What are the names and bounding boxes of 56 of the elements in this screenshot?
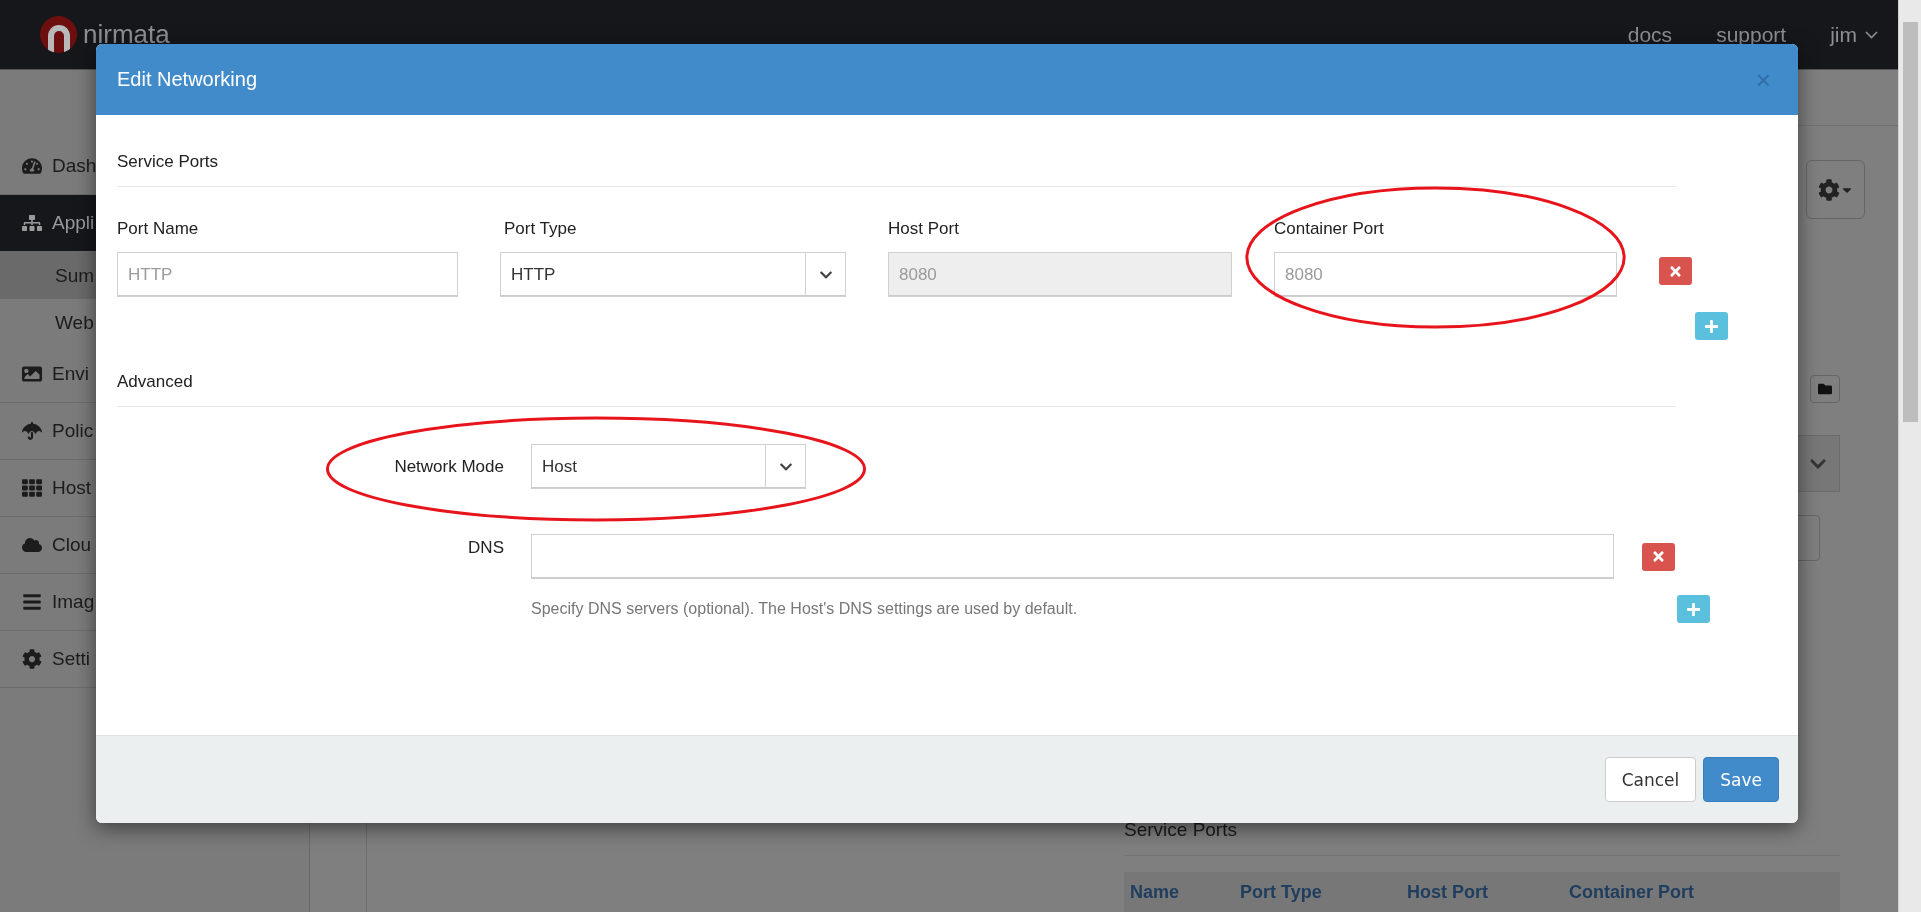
folder-icon bbox=[1818, 382, 1832, 396]
column-header: Port Type bbox=[1240, 881, 1323, 903]
input-field[interactable] bbox=[531, 534, 1614, 579]
settings-icon bbox=[22, 649, 42, 669]
port-type-select[interactable]: HTTP bbox=[500, 252, 846, 297]
field-label: Host Port bbox=[888, 219, 960, 239]
section-title: Advanced bbox=[117, 372, 194, 393]
save-button[interactable]: Save bbox=[1703, 757, 1779, 802]
add-button[interactable] bbox=[1695, 312, 1728, 340]
image-icon bbox=[22, 364, 42, 384]
cancel-button[interactable]: Cancel bbox=[1604, 757, 1697, 802]
close-icon bbox=[1651, 549, 1666, 564]
sidebar-label: Imag bbox=[52, 591, 95, 613]
modal-title: Edit Networking bbox=[117, 68, 259, 91]
close-icon bbox=[1668, 263, 1683, 279]
field-label: Network Mode bbox=[393, 456, 504, 477]
remove-button[interactable] bbox=[1659, 257, 1692, 285]
input-field[interactable]: HTTP bbox=[117, 252, 458, 297]
nav-link[interactable]: support bbox=[1716, 22, 1787, 47]
help-text: Specify DNS servers (optional). The Host's DNS settings are used by default. bbox=[531, 600, 1079, 618]
grid-icon bbox=[22, 478, 42, 498]
field-label: Container Port bbox=[1274, 219, 1385, 239]
sidebar-label: Setti bbox=[52, 648, 91, 670]
folder-button[interactable] bbox=[1810, 375, 1840, 403]
column-header: Container Port bbox=[1569, 881, 1695, 903]
logo-icon bbox=[40, 16, 77, 53]
chevron-down-icon bbox=[1865, 30, 1878, 39]
field-label: Port Name bbox=[117, 219, 200, 239]
field-label: Port Type bbox=[503, 219, 578, 239]
column-header: Host Port bbox=[1407, 881, 1489, 903]
network-mode-select[interactable]: Host bbox=[531, 444, 806, 489]
settings-icon bbox=[1817, 178, 1840, 201]
user-menu[interactable]: jim bbox=[1830, 22, 1878, 47]
nav-link[interactable]: docs bbox=[1627, 22, 1673, 47]
input-field[interactable]: 8080 bbox=[1274, 252, 1617, 297]
sidebar-label: Host bbox=[52, 477, 92, 499]
sidebar-label: Dash bbox=[52, 155, 97, 177]
cloud-icon bbox=[22, 535, 42, 555]
column-header: Name bbox=[1130, 881, 1181, 903]
sidebar-label: Envi bbox=[52, 363, 89, 385]
field-label: DNS bbox=[467, 537, 504, 558]
plus-icon bbox=[1686, 601, 1701, 617]
sidebar-label: Clou bbox=[52, 534, 92, 556]
gauge-icon bbox=[22, 156, 42, 176]
section-title: Service Ports bbox=[117, 152, 220, 173]
scrollbar[interactable] bbox=[1898, 0, 1921, 912]
sidebar-label: Appli bbox=[52, 212, 95, 234]
menu-icon bbox=[22, 592, 42, 612]
settings-dropdown-button[interactable] bbox=[1806, 160, 1865, 219]
sitemap-icon bbox=[22, 213, 42, 233]
brand-name: nirmata bbox=[83, 19, 170, 50]
remove-button[interactable] bbox=[1642, 542, 1675, 571]
umbrella-icon bbox=[22, 421, 42, 441]
add-button[interactable] bbox=[1677, 595, 1710, 623]
plus-icon bbox=[1704, 318, 1719, 334]
sidebar-label: Polic bbox=[52, 420, 94, 442]
